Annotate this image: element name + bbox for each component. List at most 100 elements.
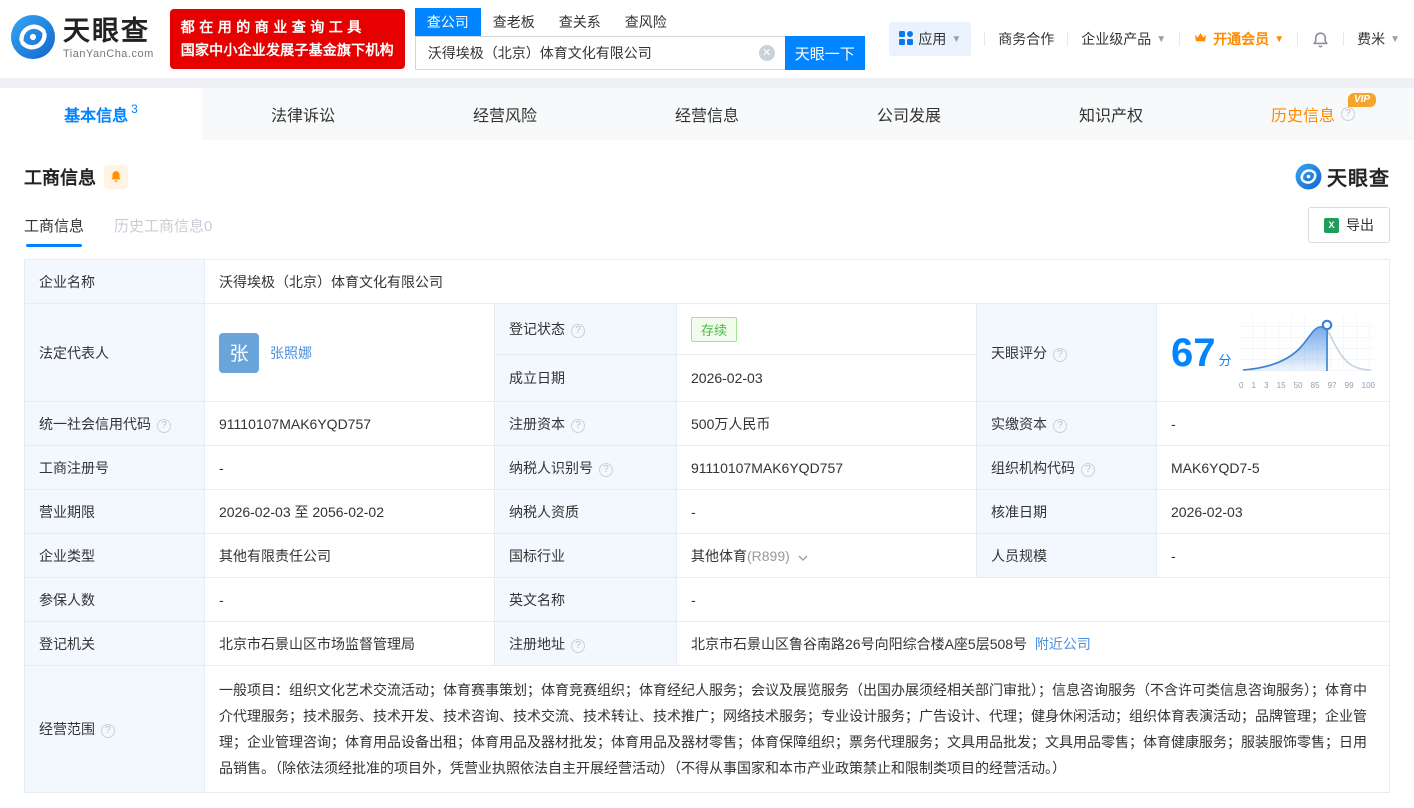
reg-number-value: - [205, 446, 495, 490]
monitor-bell-icon[interactable] [104, 165, 128, 189]
reg-status-label: 登记状态? [495, 304, 677, 355]
page: 天眼查 TianYanCha.com 都在用的商业查询工具 国家中小企业发展子基… [0, 0, 1414, 808]
company-type-value: 其他有限责任公司 [205, 534, 495, 578]
taxpayer-id-label: 纳税人识别号? [495, 446, 677, 490]
search-module: 查公司 查老板 查关系 查风险 ✕ 天眼一下 [415, 8, 865, 70]
logo-subtitle: TianYanCha.com [63, 48, 154, 60]
vip-badge: VIP [1348, 93, 1376, 107]
table-row: 营业期限 2026-02-03 至 2056-02-02 纳税人资质 - 核准日… [25, 490, 1390, 534]
open-vip-menu[interactable]: 开通会员 ▼ [1193, 29, 1284, 49]
logo-title: 天眼查 [63, 18, 154, 45]
excel-icon: X [1324, 218, 1339, 233]
score-axis: 0131550859799100 [1239, 381, 1375, 390]
user-menu[interactable]: 费米 ▼ [1357, 29, 1400, 49]
legal-rep-cell: 张 张照娜 [205, 304, 495, 402]
help-icon[interactable]: ? [599, 463, 613, 477]
divider [1297, 32, 1298, 46]
score-value: 67 [1171, 333, 1216, 373]
tianyancha-logo[interactable]: 天眼查 TianYanCha.com [10, 14, 154, 65]
taxpayer-id-value: 91110107MAK6YQD757 [677, 446, 977, 490]
promo-banner: 都在用的商业查询工具 国家中小企业发展子基金旗下机构 [170, 9, 405, 69]
avatar[interactable]: 张 [219, 333, 259, 373]
business-cooperation-link[interactable]: 商务合作 [998, 29, 1054, 49]
apps-grid-icon [899, 31, 913, 48]
header-menu: 应用 ▼ 商务合作 企业级产品 ▼ 开通会员 ▼ [889, 22, 1400, 56]
help-icon[interactable]: ? [1053, 348, 1067, 362]
chevron-down-icon: ▼ [951, 34, 961, 45]
business-scope-label: 经营范围? [25, 666, 205, 793]
company-name-label: 企业名称 [25, 260, 205, 304]
crown-icon [1193, 30, 1208, 48]
page-divider [0, 78, 1414, 88]
apps-menu[interactable]: 应用 ▼ [889, 22, 971, 56]
reg-status-value: 存续 [677, 304, 977, 355]
reg-capital-value: 500万人民币 [677, 402, 977, 446]
legal-rep-label: 法定代表人 [25, 304, 205, 402]
tab-intellectual-property[interactable]: 知识产权 [1010, 88, 1212, 140]
industry-label: 国标行业 [495, 534, 677, 578]
subtab-business-info[interactable]: 工商信息 [24, 215, 84, 247]
english-name-label: 英文名称 [495, 578, 677, 622]
tab-operating-risk[interactable]: 经营风险 [404, 88, 606, 140]
export-button[interactable]: X 导出 [1308, 207, 1390, 243]
search-tab-boss[interactable]: 查老板 [481, 8, 547, 36]
promo-line2: 国家中小企业发展子基金旗下机构 [181, 39, 394, 62]
watermark-text: 天眼查 [1327, 162, 1390, 191]
tab-legal-proceedings[interactable]: 法律诉讼 [202, 88, 404, 140]
enterprise-products-label: 企业级产品 [1081, 29, 1151, 49]
approval-date-label: 核准日期 [977, 490, 1157, 534]
enterprise-products-menu[interactable]: 企业级产品 ▼ [1081, 29, 1166, 49]
reg-authority-value: 北京市石景山区市场监督管理局 [205, 622, 495, 666]
subtab-history-business-info[interactable]: 历史工商信息0 [114, 215, 212, 247]
help-icon[interactable]: ? [101, 724, 115, 738]
username: 费米 [1357, 29, 1385, 49]
divider [1343, 32, 1344, 46]
tab-history-info[interactable]: 历史信息 ? VIP [1212, 88, 1414, 140]
search-tab-relation[interactable]: 查关系 [547, 8, 613, 36]
help-icon[interactable]: ? [571, 419, 585, 433]
score-label: 天眼评分? [977, 304, 1157, 402]
table-row: 法定代表人 张 张照娜 登记状态? 存续 天眼评分? [25, 304, 1390, 355]
help-icon[interactable]: ? [157, 419, 171, 433]
chevron-down-icon: ▼ [1274, 34, 1284, 45]
score-distribution-chart[interactable]: 0131550859799100 [1239, 315, 1375, 390]
org-code-value: MAK6YQD7-5 [1157, 446, 1390, 490]
business-term-value: 2026-02-03 至 2056-02-02 [205, 490, 495, 534]
watermark-logo: 天眼查 [1295, 162, 1390, 191]
help-icon[interactable]: ? [571, 639, 585, 653]
company-type-label: 企业类型 [25, 534, 205, 578]
company-name-value: 沃得埃极（北京）体育文化有限公司 [205, 260, 1390, 304]
search-input[interactable] [415, 36, 785, 70]
notifications-bell-icon[interactable] [1311, 30, 1330, 49]
search-tabs: 查公司 查老板 查关系 查风险 [415, 8, 865, 36]
industry-value[interactable]: 其他体育(R899) [677, 534, 977, 578]
promo-line1: 都在用的商业查询工具 [181, 16, 394, 39]
clear-search-icon[interactable]: ✕ [759, 45, 775, 61]
chevron-down-icon[interactable] [798, 548, 808, 564]
table-row: 参保人数 - 英文名称 - [25, 578, 1390, 622]
search-button[interactable]: 天眼一下 [785, 36, 865, 70]
search-tab-company[interactable]: 查公司 [415, 8, 481, 36]
search-tab-risk[interactable]: 查风险 [613, 8, 679, 36]
nearby-companies-link[interactable]: 附近公司 [1035, 636, 1091, 652]
help-icon[interactable]: ? [1053, 419, 1067, 433]
credit-code-label: 统一社会信用代码? [25, 402, 205, 446]
tianyancha-logo-icon [10, 14, 56, 65]
main-content: 工商信息 天眼查 工商信息 历史工商信息0 [0, 140, 1414, 793]
divider [1179, 32, 1180, 46]
tab-company-development[interactable]: 公司发展 [808, 88, 1010, 140]
tab-basic-info[interactable]: 基本信息 3 [0, 88, 202, 140]
approval-date-value: 2026-02-03 [1157, 490, 1390, 534]
help-icon[interactable]: ? [1081, 463, 1095, 477]
legal-rep-name-link[interactable]: 张照娜 [270, 343, 312, 363]
table-row: 经营范围? 一般项目：组织文化艺术交流活动；体育赛事策划；体育竞赛组织；体育经纪… [25, 666, 1390, 793]
reg-address-value: 北京市石景山区鲁谷南路26号向阳综合楼A座5层508号 附近公司 [677, 622, 1390, 666]
score-cell: 67 分 [1157, 304, 1390, 402]
tab-operating-info[interactable]: 经营信息 [606, 88, 808, 140]
help-icon[interactable]: ? [571, 324, 585, 338]
insured-count-label: 参保人数 [25, 578, 205, 622]
table-row: 企业名称 沃得埃极（北京）体育文化有限公司 [25, 260, 1390, 304]
help-icon[interactable]: ? [1341, 107, 1355, 121]
export-label: 导出 [1346, 215, 1374, 235]
taxpayer-quality-value: - [677, 490, 977, 534]
